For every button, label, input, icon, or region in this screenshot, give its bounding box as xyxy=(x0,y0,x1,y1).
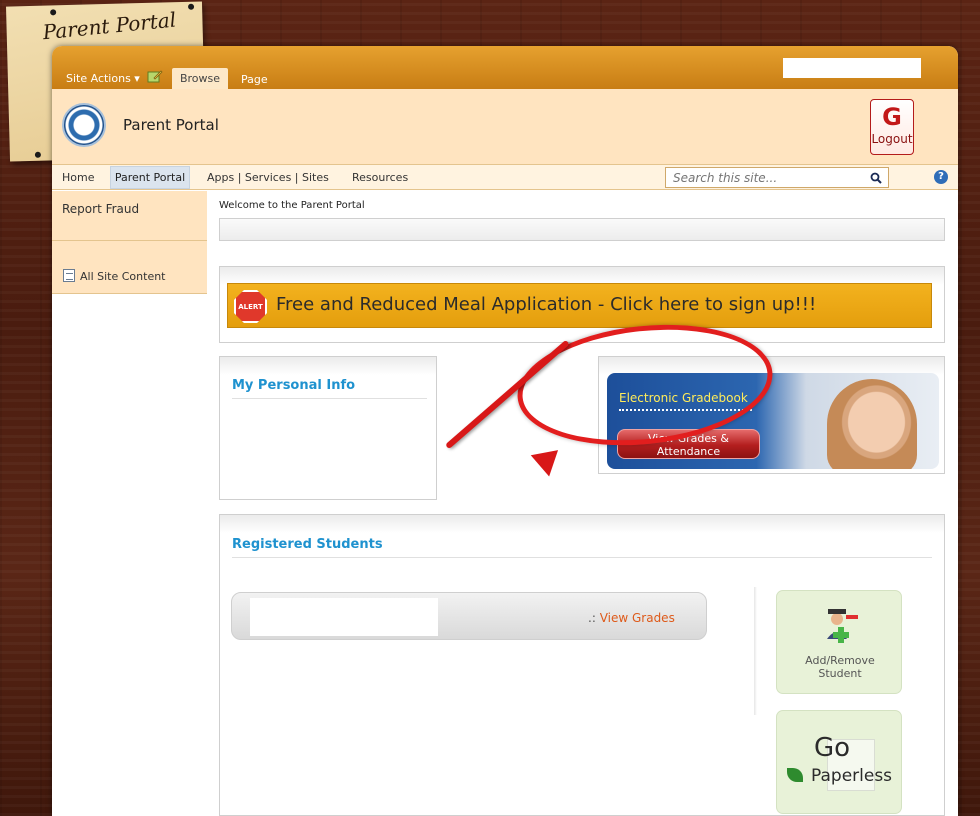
personal-info-title: My Personal Info xyxy=(232,378,356,393)
nav-parent-portal[interactable]: Parent Portal xyxy=(110,166,190,189)
site-actions-menu[interactable]: Site Actions ▾ xyxy=(66,72,140,85)
view-grades-line2: Attendance xyxy=(656,445,721,458)
search-button[interactable] xyxy=(865,168,887,187)
search-input[interactable] xyxy=(665,167,889,188)
pin-icon xyxy=(50,9,57,16)
pin-icon xyxy=(34,151,41,158)
alert-panel: ALERT Free and Reduced Meal Application … xyxy=(219,266,945,343)
logout-label: Logout xyxy=(871,132,913,146)
divider xyxy=(232,398,427,399)
tab-page[interactable]: Page xyxy=(241,73,268,86)
site-actions-label: Site Actions xyxy=(66,72,131,85)
add-remove-student-icon xyxy=(827,609,858,643)
nav-apps-services-sites[interactable]: Apps | Services | Sites xyxy=(207,171,329,184)
chevron-down-icon: ▾ xyxy=(134,72,140,85)
quick-launch: Report Fraud All Site Content xyxy=(52,191,207,294)
nav-resources[interactable]: Resources xyxy=(352,171,408,184)
logout-icon: G xyxy=(882,103,902,131)
paperless-label: Paperless xyxy=(811,766,893,786)
add-remove-line2: Student xyxy=(818,667,862,680)
note-title: Parent Portal xyxy=(41,7,178,45)
divider xyxy=(232,557,932,558)
school-logo[interactable] xyxy=(62,103,106,147)
all-site-content-link[interactable]: All Site Content xyxy=(80,270,166,283)
document-icon xyxy=(63,269,75,282)
meal-application-banner[interactable]: ALERT Free and Reduced Meal Application … xyxy=(227,283,932,328)
report-fraud-link[interactable]: Report Fraud xyxy=(62,202,139,216)
nav-home[interactable]: Home xyxy=(62,171,94,184)
search-icon xyxy=(870,172,882,184)
add-remove-student-label: Add/Remove Student xyxy=(777,654,903,680)
go-label: Go xyxy=(814,733,851,763)
student-name-box xyxy=(250,598,438,636)
tab-browse[interactable]: Browse xyxy=(172,68,228,89)
view-grades-link[interactable]: .: View Grades xyxy=(588,611,675,625)
student-photo xyxy=(827,379,917,469)
help-icon[interactable]: ? xyxy=(934,170,948,184)
registered-students-panel: Registered Students .: View Grades Add/R… xyxy=(219,514,945,816)
registered-students-title: Registered Students xyxy=(232,537,383,552)
view-grades-label: View Grades xyxy=(599,611,675,625)
link-prefix: .: xyxy=(588,611,596,625)
divider xyxy=(754,587,757,715)
leaf-icon xyxy=(787,768,803,782)
site-title: Parent Portal xyxy=(123,116,219,134)
welcome-text: Welcome to the Parent Portal xyxy=(219,200,365,211)
alert-stop-icon: ALERT xyxy=(234,290,267,323)
add-remove-student-button[interactable]: Add/Remove Student xyxy=(776,590,902,694)
ribbon: Site Actions ▾ Browse Page xyxy=(52,46,958,89)
user-name-box[interactable] xyxy=(783,58,921,78)
go-paperless-button[interactable]: Go Paperless xyxy=(776,710,902,814)
meal-application-text: Free and Reduced Meal Application - Clic… xyxy=(276,294,817,315)
divider xyxy=(52,240,207,241)
top-nav: Home Parent Portal Apps | Services | Sit… xyxy=(52,165,958,190)
personal-info-panel: My Personal Info xyxy=(219,356,437,500)
student-row: .: View Grades xyxy=(231,592,707,640)
logout-button[interactable]: G Logout xyxy=(870,99,914,155)
add-remove-line1: Add/Remove xyxy=(805,654,875,667)
site-header: Parent Portal G Logout xyxy=(52,89,958,165)
edit-page-icon[interactable] xyxy=(147,69,163,83)
pin-icon xyxy=(187,3,195,10)
welcome-bar xyxy=(219,218,945,241)
app-window: Site Actions ▾ Browse Page Parent Portal… xyxy=(52,46,958,816)
